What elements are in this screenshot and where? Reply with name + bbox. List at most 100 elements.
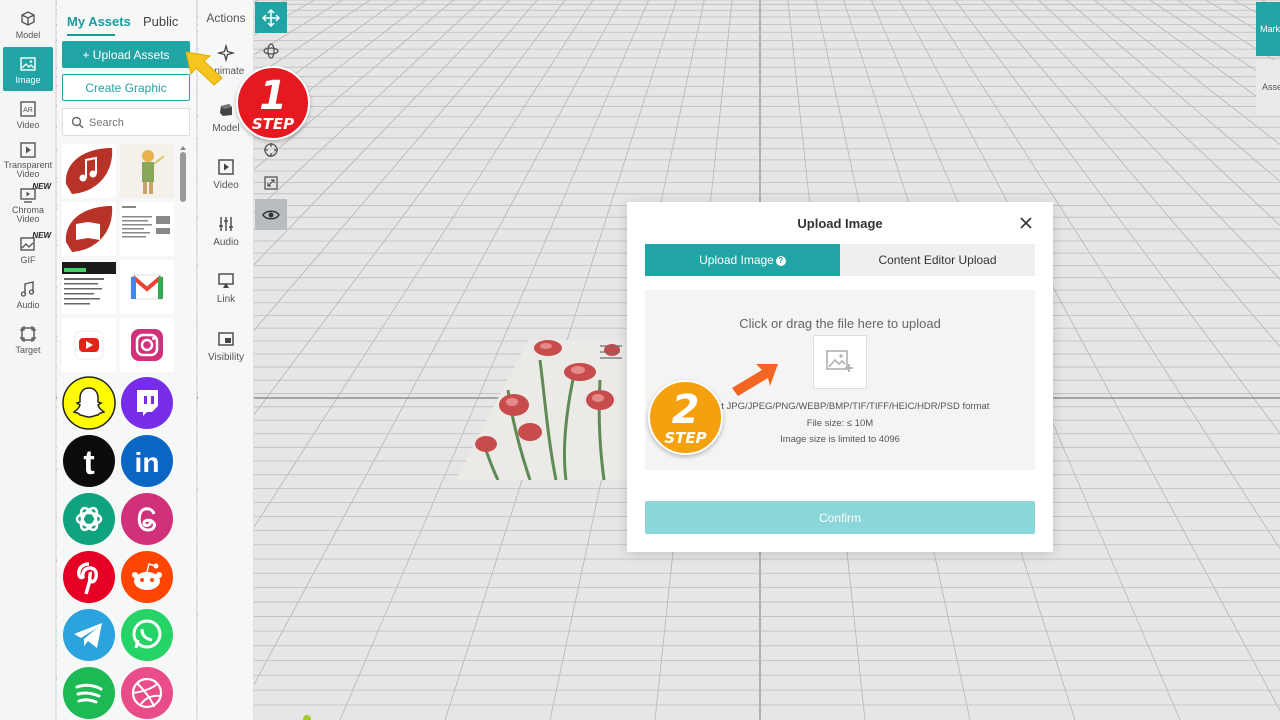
step-number: 2 [671, 387, 700, 433]
action-link[interactable]: Link [198, 272, 254, 305]
close-icon[interactable] [1016, 213, 1036, 233]
asset-text-doc[interactable] [62, 260, 116, 314]
step-number: 1 [259, 73, 287, 119]
asset-instagram[interactable] [120, 318, 174, 372]
confirm-button[interactable]: Confirm [645, 501, 1035, 534]
add-image-icon[interactable] [813, 335, 867, 389]
rotate-tool-button[interactable] [255, 35, 287, 66]
asset-reddit[interactable] [120, 550, 174, 604]
right-panel-tab-markers[interactable]: Mark [1256, 2, 1280, 56]
rail-item-audio[interactable]: Audio [3, 280, 53, 314]
book-leaf-thumbnail [65, 206, 113, 252]
scrollbar-thumb[interactable] [180, 152, 186, 202]
tab-my-assets[interactable]: My Assets [67, 14, 131, 29]
drop-zone-title: Click or drag the file here to upload [739, 316, 941, 331]
rail-item-image[interactable]: Image [3, 47, 53, 91]
svg-text:in: in [135, 447, 160, 478]
scroll-up-arrow[interactable] [180, 146, 186, 150]
asset-linkedin[interactable]: in [120, 434, 174, 488]
rail-label: GIF [20, 255, 36, 265]
action-video[interactable]: Video [198, 158, 254, 191]
asset-music-leaf[interactable] [62, 144, 116, 198]
rail-item-video[interactable]: AR Video [3, 100, 53, 134]
little-prince-thumbnail [120, 144, 174, 198]
new-badge: NEW [32, 231, 51, 240]
help-icon[interactable]: ? [775, 255, 786, 266]
upload-assets-button[interactable]: + Upload Assets [62, 41, 190, 68]
asset-document[interactable] [120, 202, 174, 256]
ar-video-icon: AR [20, 101, 36, 117]
asset-spotify[interactable] [62, 666, 116, 720]
rail-item-gif[interactable]: NEW GIF [3, 231, 53, 269]
right-panel-tab-assets[interactable]: Asse [1256, 60, 1280, 114]
rail-item-target[interactable]: Target [3, 325, 53, 359]
asset-dribbble[interactable] [120, 666, 174, 720]
action-label: Visibility [208, 352, 244, 363]
music-note-icon [20, 281, 35, 297]
target-icon [20, 326, 36, 342]
cube-icon [21, 11, 35, 26]
action-audio[interactable]: Audio [198, 215, 254, 248]
add-image-glyph [826, 350, 853, 372]
rail-item-model[interactable]: Model [3, 10, 53, 44]
asset-gmail[interactable] [120, 260, 174, 314]
active-tab-indicator [67, 34, 115, 36]
action-label: Link [216, 294, 236, 305]
visibility-icon [218, 332, 234, 346]
target-tool-icon [264, 142, 278, 157]
rail-item-transparent-video[interactable]: Transparent Video [3, 141, 53, 181]
resize-tool-button[interactable] [255, 167, 287, 198]
actions-title: Actions [206, 11, 246, 25]
step-label: STEP [251, 115, 295, 133]
move-icon [262, 8, 280, 27]
rail-label: Target [15, 345, 41, 355]
play-icon [20, 142, 36, 158]
search-input[interactable] [89, 114, 184, 132]
asset-tumblr[interactable]: t [62, 434, 116, 488]
asset-youtube[interactable] [62, 318, 116, 372]
asset-whatsapp[interactable] [120, 608, 174, 662]
tab-content-editor-upload[interactable]: Content Editor Upload [840, 244, 1035, 276]
model-icon [220, 104, 232, 116]
flower-image [456, 340, 628, 480]
asset-snapchat[interactable] [62, 376, 116, 430]
action-label: Model [212, 123, 240, 134]
linkedin-icon: in [121, 435, 173, 487]
svg-text:AR: AR [23, 107, 33, 114]
rail-label: Chroma Video [11, 205, 44, 224]
new-badge: NEW [32, 182, 51, 191]
spotify-icon [63, 667, 115, 719]
tab-public[interactable]: Public [143, 14, 178, 29]
left-rail: Model Image AR Video Transparent Video N… [0, 0, 56, 720]
image-icon [20, 57, 36, 71]
threads-icon [121, 493, 173, 545]
assets-panel: My Assets Public + Upload Assets Create … [57, 0, 197, 720]
upload-image-dialog: Upload Image Upload Image? Content Edito… [627, 202, 1053, 552]
telegram-icon [63, 609, 115, 661]
rail-item-chroma-video[interactable]: NEW Chroma Video [3, 182, 53, 226]
action-visibility[interactable]: Visibility [198, 330, 254, 363]
preview-tool-button[interactable] [255, 199, 287, 230]
document-thumbnail [120, 202, 174, 256]
sliders-icon [219, 217, 233, 231]
asset-threads[interactable] [120, 492, 174, 546]
chatgpt-icon [63, 493, 115, 545]
move-tool-button[interactable] [255, 2, 287, 33]
asset-chatgpt[interactable] [62, 492, 116, 546]
create-graphic-button[interactable]: Create Graphic [62, 74, 190, 101]
action-label: Audio [213, 237, 239, 248]
asset-scrollbar[interactable] [180, 146, 186, 720]
text-doc-thumbnail [62, 260, 116, 314]
asset-twitch[interactable] [120, 376, 174, 430]
youtube-icon [74, 330, 104, 360]
asset-telegram[interactable] [62, 608, 116, 662]
tab-label: Upload Image [699, 253, 774, 267]
asset-book-leaf[interactable] [62, 202, 116, 256]
search-box[interactable] [62, 108, 190, 136]
tab-upload-image[interactable]: Upload Image? [645, 244, 840, 276]
eye-icon [262, 210, 280, 219]
asset-pinterest[interactable] [62, 550, 116, 604]
action-animate[interactable]: Animate [198, 44, 254, 77]
asset-little-prince[interactable] [120, 144, 174, 198]
rail-label: Video [16, 120, 40, 130]
